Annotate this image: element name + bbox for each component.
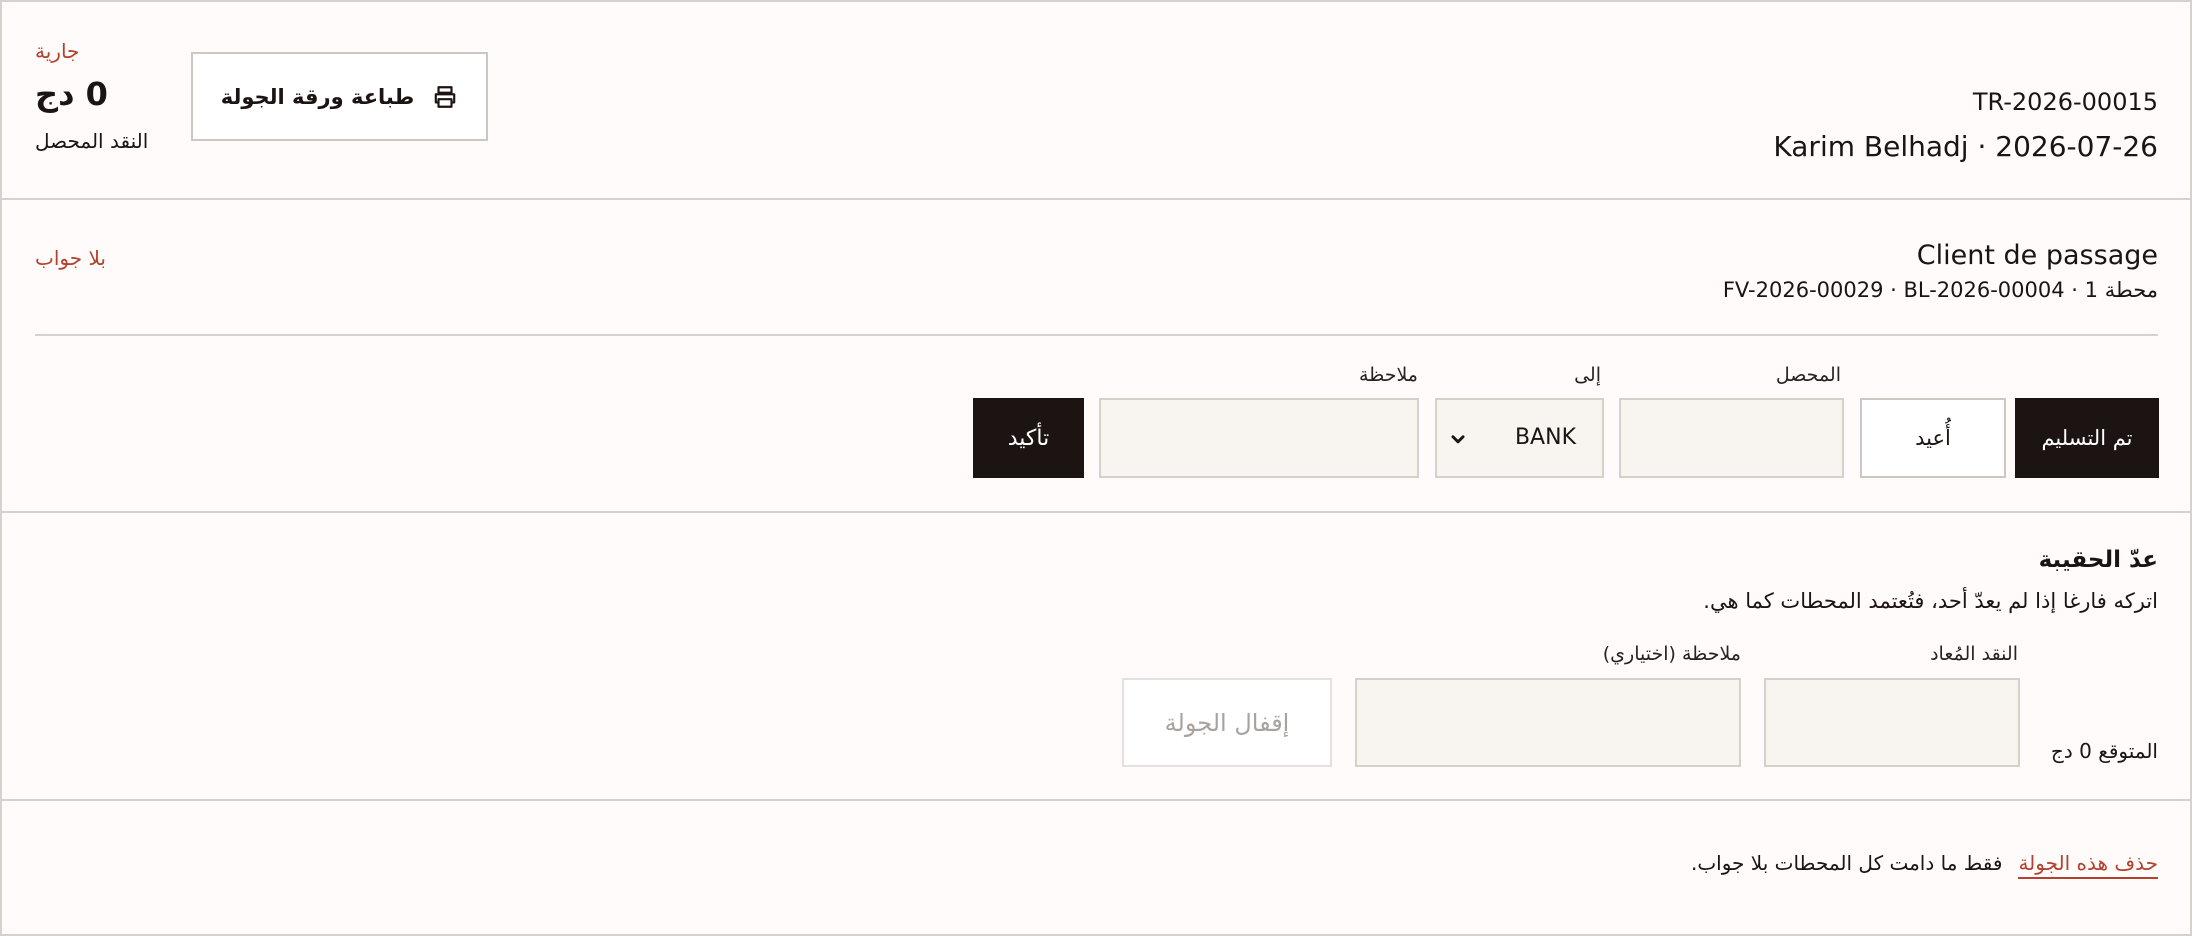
- bag-count-hint: اتركه فارغا إذا لم يعدّ أحد، فتُعتمد الم…: [1703, 589, 2158, 613]
- delivered-label: تم التسليم: [2041, 426, 2133, 450]
- tour-driver-date: Karim Belhadj · 2026-07-26: [1773, 130, 2158, 163]
- delete-tour-link[interactable]: حذف هذه الجولة: [2018, 851, 2158, 879]
- tour-code: TR-2026-00015: [1972, 88, 2158, 116]
- collected-amount-label: المحصل: [1775, 364, 1841, 386]
- tour-header-card: TR-2026-00015 Karim Belhadj · 2026-07-26…: [2, 2, 2190, 200]
- destination-label: إلى: [1574, 364, 1601, 386]
- close-tour-label: إقفال الجولة: [1164, 708, 1290, 737]
- stop-card: Client de passage محطة 1 · FV-2026-00029…: [2, 200, 2190, 513]
- bag-count-card: عدّ الحقيبة اتركه فارغا إذا لم يعدّ أحد،…: [2, 513, 2190, 801]
- stop-note-input[interactable]: [1099, 398, 1419, 478]
- destination-select-value: BANK: [1514, 425, 1576, 450]
- stop-client-name: Client de passage: [1916, 240, 2158, 271]
- danger-zone: حذف هذه الجولة فقط ما دامت كل المحطات بل…: [2, 801, 2190, 936]
- close-tour-button[interactable]: إقفال الجولة: [1122, 678, 1332, 767]
- returned-label: أُعيد: [1915, 426, 1951, 450]
- cash-collected-amount: 0 دج: [35, 75, 108, 113]
- returned-button[interactable]: أُعيد: [1860, 398, 2006, 478]
- delete-tour-hint: فقط ما دامت كل المحطات بلا جواب.: [1690, 851, 2003, 875]
- expected-cash: المتوقع 0 دج: [2050, 739, 2158, 763]
- chevron-down-icon: [1449, 430, 1467, 452]
- confirm-stop-button[interactable]: تأكيد: [973, 398, 1084, 478]
- cash-collected-label: النقد المحصل: [35, 129, 149, 153]
- print-tour-sheet-button[interactable]: طباعة ورقة الجولة: [191, 52, 488, 141]
- tour-status-badge: جارية: [35, 39, 80, 63]
- returned-cash-label: النقد المُعاد: [1930, 643, 2018, 665]
- returned-cash-input[interactable]: [1764, 678, 2020, 767]
- bag-count-title: عدّ الحقيبة: [2038, 547, 2158, 573]
- destination-select[interactable]: BANK: [1435, 398, 1604, 478]
- printer-icon: [432, 84, 458, 110]
- tour-page: TR-2026-00015 Karim Belhadj · 2026-07-26…: [0, 0, 2192, 936]
- delivered-button[interactable]: تم التسليم: [2015, 398, 2159, 478]
- optional-note-input[interactable]: [1355, 678, 1741, 767]
- stop-note-label: ملاحظة: [1358, 364, 1418, 386]
- stop-divider: [35, 334, 2158, 336]
- collected-amount-input[interactable]: [1619, 398, 1844, 478]
- print-tour-sheet-label: طباعة ورقة الجولة: [220, 84, 415, 109]
- stop-status-badge: بلا جواب: [35, 246, 106, 270]
- confirm-stop-label: تأكيد: [1007, 425, 1050, 451]
- optional-note-label: ملاحظة (اختياري): [1602, 643, 1741, 665]
- stop-reference: محطة 1 · FV-2026-00029 · BL-2026-00004: [1722, 278, 2158, 302]
- delete-tour-row: حذف هذه الجولة فقط ما دامت كل المحطات بل…: [1691, 851, 2158, 879]
